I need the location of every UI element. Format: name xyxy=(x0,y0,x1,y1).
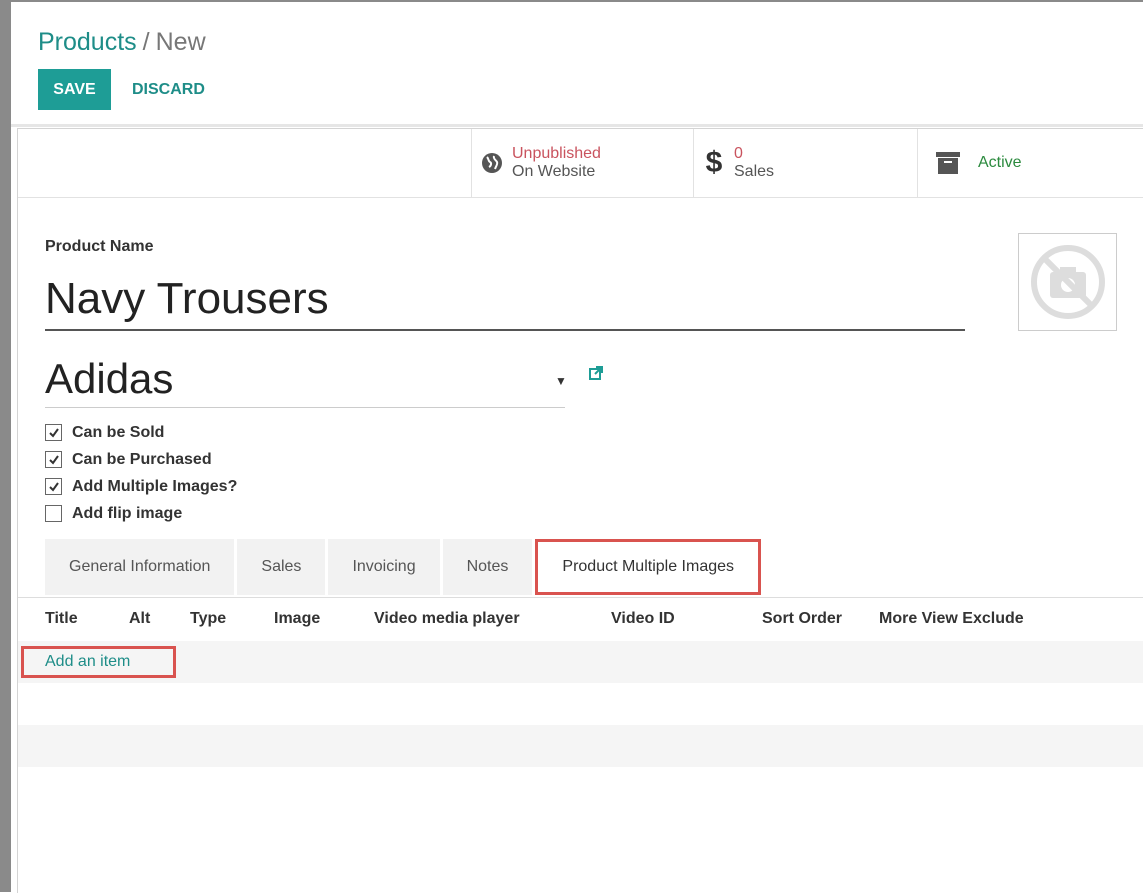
checkbox-can-be-purchased[interactable]: Can be Purchased xyxy=(45,446,237,473)
control-panel: Products / New SAVE DISCARD xyxy=(11,2,1143,124)
form-sheet: Unpublished On Website $ 0 Sales Active … xyxy=(17,128,1143,893)
table-row xyxy=(18,641,1143,683)
sales-label: Sales xyxy=(734,163,775,180)
breadcrumb-products-link[interactable]: Products xyxy=(38,28,137,56)
product-name-input[interactable]: Navy Trousers xyxy=(45,269,965,331)
checkbox-add-flip-image[interactable]: Add flip image xyxy=(45,500,237,527)
breadcrumb-current: New xyxy=(155,28,206,56)
column-more-view-exclude[interactable]: More View Exclude xyxy=(879,610,1024,628)
product-image-placeholder[interactable] xyxy=(1018,233,1117,331)
table-row xyxy=(18,725,1143,767)
checkbox-label: Can be Purchased xyxy=(72,450,212,468)
tab-sales[interactable]: Sales xyxy=(237,539,326,595)
checkbox-label: Add Multiple Images? xyxy=(72,477,238,495)
checkbox-box[interactable] xyxy=(45,478,62,495)
brand-select[interactable]: Adidas xyxy=(45,351,565,408)
table-row xyxy=(18,683,1143,725)
control-panel-divider xyxy=(11,124,1143,127)
column-type[interactable]: Type xyxy=(190,610,226,628)
save-button[interactable]: SAVE xyxy=(38,69,111,110)
website-status-label: On Website xyxy=(512,163,596,180)
column-image[interactable]: Image xyxy=(274,610,320,628)
tab-notes[interactable]: Notes xyxy=(442,539,533,595)
globe-icon xyxy=(472,151,512,175)
sales-count: 0 xyxy=(734,145,743,162)
checkbox-label: Can be Sold xyxy=(72,423,165,441)
archive-icon xyxy=(918,151,978,175)
column-sort-order[interactable]: Sort Order xyxy=(762,610,842,628)
checkbox-can-be-sold[interactable]: Can be Sold xyxy=(45,419,237,446)
external-link-icon[interactable] xyxy=(588,365,604,386)
table-header: Title Alt Type Image Video media player … xyxy=(18,601,1143,639)
notebook-tabs: General Information Sales Invoicing Note… xyxy=(45,539,764,597)
tab-general-information[interactable]: General Information xyxy=(45,539,235,595)
dropdown-caret-icon[interactable]: ▼ xyxy=(555,374,567,388)
breadcrumb-separator: / xyxy=(142,28,150,56)
checkbox-label: Add flip image xyxy=(72,504,183,522)
tab-product-multiple-images[interactable]: Product Multiple Images xyxy=(535,539,762,595)
column-video-media-player[interactable]: Video media player xyxy=(374,610,520,628)
tabs-divider xyxy=(18,597,1143,598)
add-item-link[interactable]: Add an item xyxy=(21,646,176,678)
discard-button[interactable]: DISCARD xyxy=(132,69,205,110)
sales-stat-button[interactable]: $ 0 Sales xyxy=(693,129,916,197)
tab-invoicing[interactable]: Invoicing xyxy=(328,539,440,595)
checkbox-box[interactable] xyxy=(45,451,62,468)
website-status: Unpublished xyxy=(512,145,601,162)
column-alt[interactable]: Alt xyxy=(129,610,150,628)
no-camera-icon xyxy=(1030,245,1105,319)
website-publish-button[interactable]: Unpublished On Website xyxy=(471,129,692,197)
breadcrumb: Products / New xyxy=(38,28,206,57)
checkbox-box[interactable] xyxy=(45,505,62,522)
dollar-icon: $ xyxy=(705,146,723,179)
column-video-id[interactable]: Video ID xyxy=(611,610,675,628)
active-toggle-button[interactable]: Active xyxy=(917,129,1143,197)
checkbox-group: Can be Sold Can be Purchased Add Multipl… xyxy=(45,419,237,527)
checkbox-box[interactable] xyxy=(45,424,62,441)
product-name-label: Product Name xyxy=(45,238,154,255)
active-label: Active xyxy=(978,154,1022,171)
checkbox-add-multiple-images[interactable]: Add Multiple Images? xyxy=(45,473,237,500)
stat-button-box: Unpublished On Website $ 0 Sales Active xyxy=(18,129,1143,198)
column-title[interactable]: Title xyxy=(45,610,78,628)
